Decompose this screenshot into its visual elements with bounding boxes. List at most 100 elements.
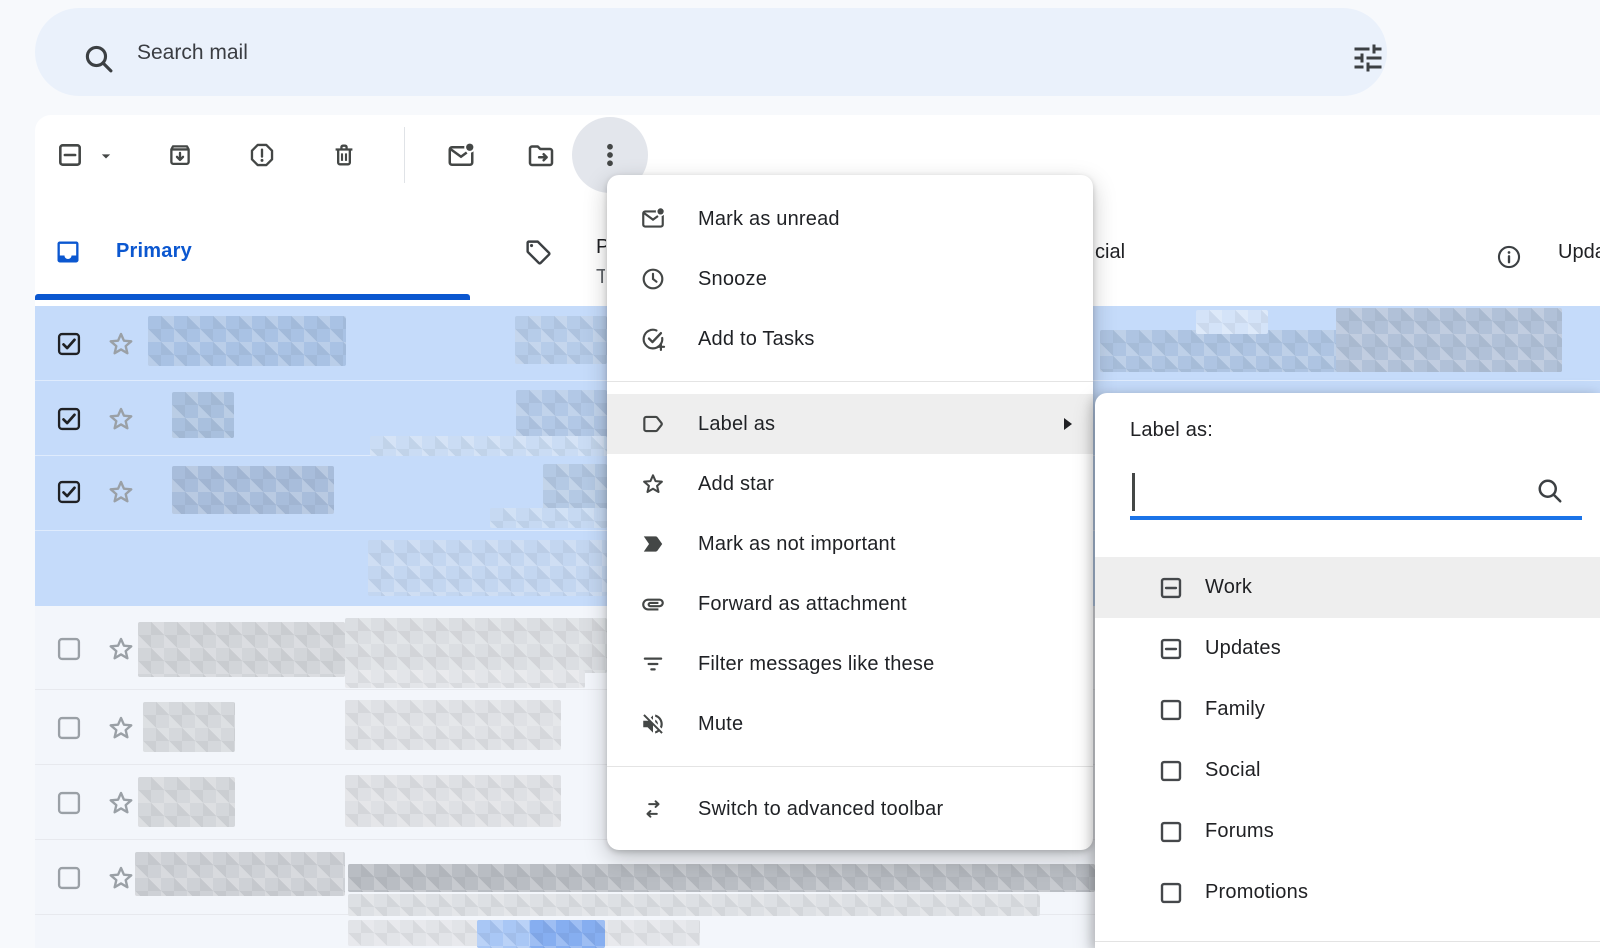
label-as-submenu: Label as: Work Updates Family Social For…: [1095, 393, 1600, 948]
redacted-text-block: [138, 777, 235, 827]
tab-primary-underline: [35, 294, 470, 300]
row-checkbox-checked[interactable]: [55, 478, 83, 506]
star-icon[interactable]: [106, 863, 136, 893]
menu-item-label-as[interactable]: Label as: [607, 394, 1093, 454]
redacted-text-block: [345, 618, 607, 673]
menu-divider: [607, 381, 1093, 382]
not-important-icon: [640, 531, 666, 557]
star-icon[interactable]: [106, 477, 136, 507]
move-to-icon[interactable]: [526, 141, 556, 171]
label-option-forums[interactable]: Forums: [1095, 801, 1600, 862]
menu-item-label: Filter messages like these: [698, 653, 934, 676]
menu-item-label: Label as: [698, 413, 775, 436]
star-icon[interactable]: [106, 713, 136, 743]
toolbar-divider: [404, 127, 405, 183]
promotions-tag-icon[interactable]: [524, 238, 553, 267]
redacted-text-block: [543, 464, 607, 512]
redacted-text-block: [490, 508, 607, 528]
redacted-text-block: [172, 392, 234, 438]
menu-item-add-star[interactable]: Add star: [607, 454, 1093, 514]
report-spam-icon[interactable]: [248, 141, 276, 169]
redacted-text-block: [345, 775, 561, 827]
select-all-checkbox[interactable]: [56, 141, 84, 169]
star-icon[interactable]: [106, 404, 136, 434]
label-search-input[interactable]: [1133, 467, 1517, 509]
add-task-icon: [640, 326, 666, 352]
menu-item-filter-messages[interactable]: Filter messages like these: [607, 634, 1093, 694]
checkbox-indeterminate[interactable]: [1158, 575, 1184, 601]
tab-promotions-label-fragment: P: [596, 236, 606, 264]
menu-item-label: Mark as unread: [698, 208, 840, 231]
row-checkbox-unchecked[interactable]: [55, 635, 83, 663]
label-name: Forums: [1205, 820, 1274, 843]
label-option-work[interactable]: Work: [1095, 557, 1600, 618]
menu-item-label: Mute: [698, 713, 743, 736]
redacted-attachment-block: [530, 920, 605, 948]
menu-divider: [607, 766, 1093, 767]
label-option-promotions[interactable]: Promotions: [1095, 862, 1600, 923]
label-option-social[interactable]: Social: [1095, 740, 1600, 801]
row-checkbox-unchecked[interactable]: [55, 864, 83, 892]
row-checkbox-checked[interactable]: [55, 330, 83, 358]
menu-item-label: Forward as attachment: [698, 593, 907, 616]
label-name: Family: [1205, 698, 1265, 721]
inbox-icon: [54, 238, 82, 266]
menu-item-label: Add star: [698, 473, 774, 496]
updates-info-icon[interactable]: [1495, 243, 1523, 271]
redacted-text-block: [348, 894, 1040, 916]
star-icon[interactable]: [106, 634, 136, 664]
checkbox-unchecked[interactable]: [1158, 819, 1184, 845]
star-icon[interactable]: [106, 329, 136, 359]
star-icon[interactable]: [106, 788, 136, 818]
search-filters-tune-icon[interactable]: [1350, 40, 1386, 76]
redacted-text-block: [148, 316, 346, 366]
search-icon[interactable]: [1535, 476, 1565, 506]
redacted-text-block: [135, 852, 345, 896]
label-name: Promotions: [1205, 881, 1308, 904]
checkbox-unchecked[interactable]: [1158, 758, 1184, 784]
delete-icon[interactable]: [330, 141, 358, 169]
checkbox-unchecked[interactable]: [1158, 880, 1184, 906]
mark-unread-icon: [640, 206, 666, 232]
label-option-family[interactable]: Family: [1095, 679, 1600, 740]
filter-icon: [640, 651, 666, 677]
swap-arrows-icon: [640, 796, 666, 822]
mark-unread-icon[interactable]: [446, 141, 476, 171]
redacted-text-block: [1336, 308, 1562, 372]
redacted-text-block: [370, 436, 607, 456]
archive-icon[interactable]: [166, 141, 194, 169]
snooze-clock-icon: [640, 266, 666, 292]
checkbox-unchecked[interactable]: [1158, 697, 1184, 723]
search-input[interactable]: [135, 32, 1279, 74]
row-checkbox-unchecked[interactable]: [55, 714, 83, 742]
menu-item-snooze[interactable]: Snooze: [607, 249, 1093, 309]
search-icon[interactable]: [82, 42, 116, 76]
tab-social-label-fragment[interactable]: cial: [1095, 241, 1135, 264]
menu-item-switch-to-advanced-toolbar[interactable]: Switch to advanced toolbar: [607, 779, 1093, 839]
redacted-text-block: [172, 466, 334, 514]
menu-item-label: Mark as not important: [698, 533, 896, 556]
label-option-updates[interactable]: Updates: [1095, 618, 1600, 679]
menu-item-forward-as-attachment[interactable]: Forward as attachment: [607, 574, 1093, 634]
attachment-icon: [640, 591, 666, 617]
tab-updates-label-fragment[interactable]: Upda: [1558, 241, 1600, 264]
redacted-text-block: [138, 622, 345, 677]
search-bar[interactable]: [35, 8, 1387, 96]
redacted-text-block: [1196, 310, 1268, 334]
redacted-text-block: [515, 316, 607, 364]
row-checkbox-unchecked[interactable]: [55, 789, 83, 817]
text-caret: [1132, 473, 1135, 511]
menu-item-mute[interactable]: Mute: [607, 694, 1093, 754]
checkbox-indeterminate[interactable]: [1158, 636, 1184, 662]
tab-promotions-label-fragment-2: T: [596, 266, 605, 288]
label-icon: [640, 411, 666, 437]
menu-item-mark-as-unread[interactable]: Mark as unread: [607, 189, 1093, 249]
redacted-text-block: [345, 700, 561, 750]
select-dropdown-caret-icon[interactable]: [96, 146, 116, 166]
redacted-text-block: [368, 540, 607, 596]
menu-item-add-to-tasks[interactable]: Add to Tasks: [607, 309, 1093, 369]
tab-primary[interactable]: Primary: [116, 240, 192, 263]
row-checkbox-checked[interactable]: [55, 405, 83, 433]
menu-item-mark-as-not-important[interactable]: Mark as not important: [607, 514, 1093, 574]
submenu-arrow-icon: [1063, 417, 1073, 431]
